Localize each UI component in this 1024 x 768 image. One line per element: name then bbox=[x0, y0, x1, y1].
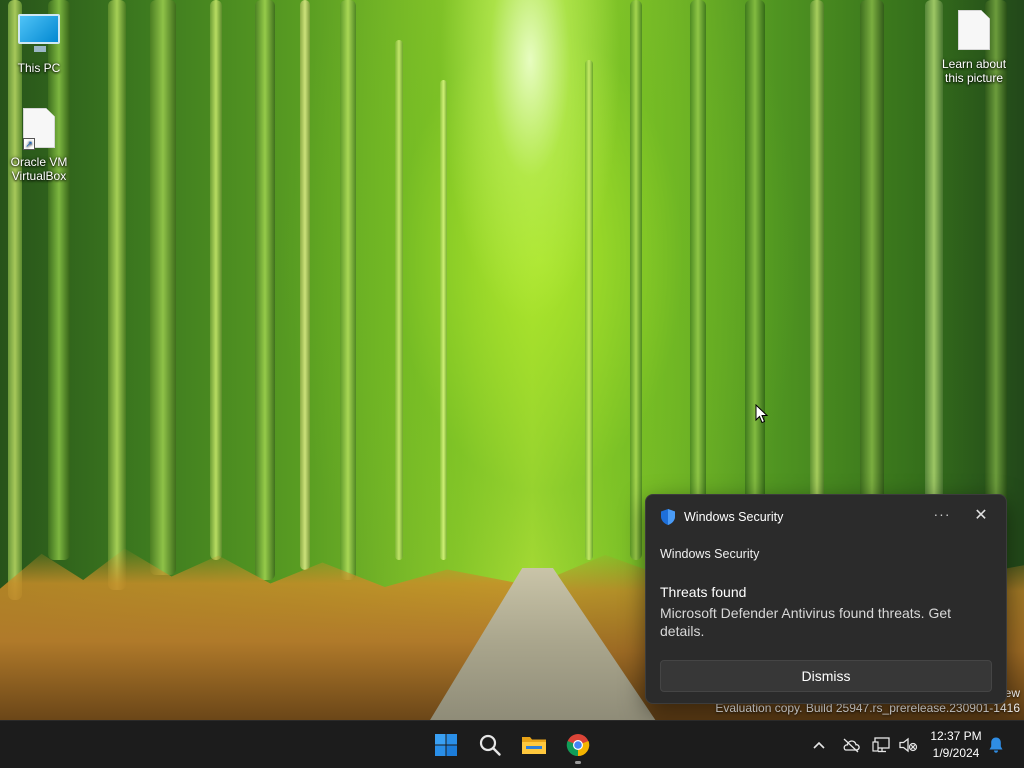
bamboo-stalk bbox=[300, 0, 310, 570]
bamboo-stalk bbox=[48, 0, 70, 560]
bamboo-stalk bbox=[8, 0, 22, 600]
bamboo-stalk bbox=[255, 0, 275, 580]
bamboo-stalk bbox=[108, 0, 126, 590]
bamboo-stalk bbox=[585, 60, 593, 560]
bamboo-stalk bbox=[440, 80, 447, 560]
network-button[interactable] bbox=[870, 733, 894, 757]
clock[interactable]: 12:37 PM 1/9/2024 bbox=[924, 728, 988, 762]
desktop-icon-label: This PC bbox=[17, 61, 61, 75]
desktop-icon-label: Oracle VM VirtualBox bbox=[10, 155, 68, 183]
bamboo-stalk bbox=[630, 0, 642, 560]
chevron-up-icon bbox=[813, 741, 825, 749]
start-button[interactable] bbox=[426, 725, 466, 765]
clock-date: 1/9/2024 bbox=[932, 746, 980, 760]
toast-title: Threats found bbox=[660, 584, 747, 600]
toast-app-name: Windows Security bbox=[660, 547, 760, 561]
bamboo-stalk bbox=[395, 40, 403, 560]
cloud-off-icon bbox=[843, 738, 860, 753]
bamboo-stalk bbox=[340, 0, 356, 580]
show-hidden-icons-button[interactable] bbox=[807, 733, 831, 757]
toast-header: Windows Security bbox=[660, 508, 783, 526]
cloud-offline-button[interactable] bbox=[839, 733, 863, 757]
chrome-icon bbox=[566, 734, 590, 757]
volume-muted-icon bbox=[899, 737, 918, 753]
dismiss-button[interactable]: Dismiss bbox=[660, 660, 992, 692]
monitor-icon bbox=[17, 14, 61, 58]
network-icon bbox=[872, 737, 890, 753]
desktop-icon-virtualbox[interactable]: ↗ Oracle VM VirtualBox bbox=[1, 106, 77, 183]
desktop-icon-label: Learn about this picture bbox=[941, 57, 1007, 85]
running-indicator bbox=[575, 761, 581, 764]
desktop-icon-this-pc[interactable]: This PC bbox=[1, 8, 77, 75]
desktop-icon-learn-about-picture[interactable]: Learn about this picture bbox=[936, 8, 1012, 85]
file-shortcut-icon: ↗ bbox=[17, 108, 61, 152]
notifications-button[interactable] bbox=[984, 733, 1008, 757]
bamboo-stalk bbox=[810, 0, 824, 560]
search-button[interactable] bbox=[470, 725, 510, 765]
shortcut-arrow-icon: ↗ bbox=[23, 138, 35, 150]
mouse-cursor-icon bbox=[755, 404, 769, 424]
bamboo-stalk bbox=[745, 0, 765, 560]
close-button[interactable]: ✕ bbox=[970, 505, 992, 527]
bamboo-stalk bbox=[150, 0, 176, 575]
start-icon bbox=[435, 734, 457, 756]
clock-time: 12:37 PM bbox=[930, 729, 982, 743]
bamboo-stalk bbox=[690, 0, 706, 560]
search-icon bbox=[479, 734, 501, 756]
taskbar: 12:37 PM 1/9/2024 bbox=[0, 720, 1024, 768]
document-icon bbox=[952, 10, 996, 54]
bell-icon bbox=[989, 737, 1003, 753]
volume-button[interactable] bbox=[896, 733, 920, 757]
toast-body: Microsoft Defender Antivirus found threa… bbox=[660, 605, 952, 639]
windows-security-shield-icon bbox=[661, 509, 675, 525]
toast-header-title: Windows Security bbox=[684, 510, 784, 524]
file-explorer-button[interactable] bbox=[514, 725, 554, 765]
bamboo-stalk bbox=[210, 0, 222, 560]
notification-toast[interactable]: Windows Security ··· ✕ Windows Security … bbox=[645, 494, 1007, 704]
more-options-button[interactable]: ··· bbox=[930, 505, 954, 527]
file-explorer-icon bbox=[522, 737, 546, 754]
bamboo-stalk bbox=[860, 0, 884, 560]
chrome-button[interactable] bbox=[558, 725, 598, 765]
